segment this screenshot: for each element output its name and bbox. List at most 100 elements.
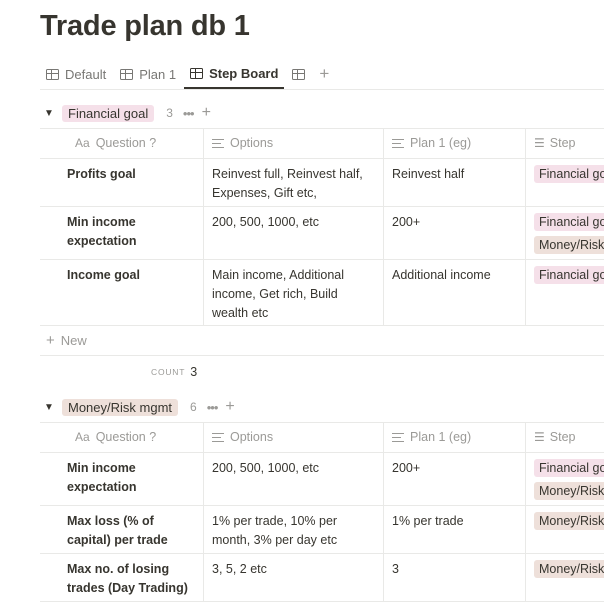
tabs-divider [40, 89, 604, 90]
cell-options[interactable]: 200, 500, 1000, etc [203, 207, 383, 259]
cell-question[interactable]: Max no. of losing trades (Day Trading) [40, 554, 203, 601]
column-label: Plan 1 (eg) [410, 430, 472, 444]
cell-step[interactable]: Financial goal [525, 260, 604, 325]
tab-more-views[interactable] [286, 59, 311, 89]
table-header-row: Aa Question ? Options Plan 1 (eg) ☰ Step [40, 422, 604, 453]
cell-step[interactable]: Financial goal Money/Risk mgmt [525, 453, 604, 505]
new-label: New [60, 333, 87, 348]
table-row[interactable]: Max no. of losing trades (Day Trading) 3… [40, 554, 604, 602]
cell-options[interactable]: Reinvest full, Reinvest half, Expenses, … [203, 159, 383, 206]
count-label: COUNT [151, 367, 186, 377]
cell-plan[interactable]: 200+ [383, 453, 525, 505]
tab-step-board[interactable]: Step Board [184, 59, 285, 89]
cell-plan[interactable]: Reinvest half [383, 159, 525, 206]
group-tag[interactable]: Money/Risk mgmt [62, 398, 179, 416]
cell-options[interactable]: Main income, Additional income, Get rich… [203, 260, 383, 325]
column-header-plan[interactable]: Plan 1 (eg) [383, 423, 525, 452]
column-header-options[interactable]: Options [203, 129, 383, 158]
toggle-triangle-icon[interactable]: ▼ [40, 108, 62, 119]
tab-label: Step Board [209, 65, 279, 81]
cell-question[interactable]: Min income expectation [40, 453, 203, 505]
text-lines-icon [212, 433, 224, 442]
cell-plan[interactable]: Additional income [383, 260, 525, 325]
step-tag: Financial goal [534, 213, 604, 231]
text-type-icon: Aa [75, 136, 90, 150]
cell-plan[interactable]: 3 [383, 554, 525, 601]
tab-label: Default [65, 66, 107, 82]
group-money-risk-mgmt: ▼ Money/Risk mgmt 6 ••• + Aa Question ? O… [40, 392, 604, 602]
cell-question[interactable]: Max loss (% of capital) per trade [40, 506, 203, 553]
question-text: Income goal [67, 268, 140, 282]
column-header-plan[interactable]: Plan 1 (eg) [383, 129, 525, 158]
step-tag: Financial goal [534, 459, 604, 477]
table-row[interactable]: Income goal Main income, Additional inco… [40, 260, 604, 326]
add-icon[interactable]: + [202, 104, 211, 122]
column-header-question[interactable]: Aa Question ? [40, 423, 203, 452]
step-tag: Money/Risk mgmt [534, 482, 604, 500]
table-row[interactable]: Max loss (% of capital) per trade 1% per… [40, 506, 604, 554]
cell-step[interactable]: Money/Risk mgmt [525, 506, 604, 553]
page-title: Trade plan db 1 [40, 10, 250, 42]
text-lines-icon [392, 139, 404, 148]
cell-options[interactable]: 1% per trade, 10% per month, 3% per day … [203, 506, 383, 553]
table-icon [46, 68, 59, 80]
column-header-question[interactable]: Aa Question ? [40, 129, 203, 158]
step-tag: Financial goal [534, 165, 604, 183]
tab-plan-1[interactable]: Plan 1 [114, 59, 182, 89]
cell-step[interactable]: Money/Risk mgmt [525, 554, 604, 601]
add-icon[interactable]: + [225, 398, 234, 416]
table-row[interactable]: Profits goal Reinvest full, Reinvest hal… [40, 159, 604, 207]
question-text: Profits goal [67, 167, 136, 181]
column-header-step[interactable]: ☰ Step [525, 129, 604, 158]
group-count: 3 [166, 106, 173, 120]
step-tag: Money/Risk mgmt [534, 512, 604, 530]
column-label: Plan 1 (eg) [410, 136, 472, 150]
table-header-row: Aa Question ? Options Plan 1 (eg) ☰ Step [40, 128, 604, 159]
text-type-icon: Aa [75, 430, 90, 444]
list-icon: ☰ [534, 136, 545, 150]
column-header-step[interactable]: ☰ Step [525, 423, 604, 452]
more-icon[interactable]: ••• [207, 400, 219, 415]
tab-default[interactable]: Default [40, 59, 112, 89]
table-row[interactable]: Min income expectation 200, 500, 1000, e… [40, 207, 604, 260]
count-footer[interactable]: COUNT 3 [40, 356, 604, 388]
table-icon [190, 67, 204, 79]
column-label: Question ? [95, 430, 157, 444]
column-header-options[interactable]: Options [203, 423, 383, 452]
tab-label: Plan 1 [139, 66, 177, 82]
group-header: ▼ Money/Risk mgmt 6 ••• + [40, 392, 604, 422]
column-label: Question ? [95, 136, 157, 150]
cell-question[interactable]: Min income expectation [40, 207, 203, 259]
view-tabs: Default Plan 1 Step Board + [40, 58, 337, 90]
table-icon [120, 68, 134, 80]
column-label: Step [549, 430, 576, 444]
cell-options[interactable]: 3, 5, 2 etc [203, 554, 383, 601]
new-row-button[interactable]: + New [40, 326, 604, 356]
cell-question[interactable]: Profits goal [40, 159, 203, 206]
group-tag[interactable]: Financial goal [62, 104, 155, 122]
question-text: Min income expectation [67, 215, 137, 248]
cell-step[interactable]: Financial goal [525, 159, 604, 206]
cell-step[interactable]: Financial goal Money/Risk mgmt [525, 207, 604, 259]
table-row[interactable]: Min income expectation 200, 500, 1000, e… [40, 453, 604, 506]
step-tag: Money/Risk mgmt [534, 236, 604, 254]
more-icon[interactable]: ••• [183, 106, 195, 121]
cell-plan[interactable]: 200+ [383, 207, 525, 259]
text-lines-icon [392, 433, 404, 442]
cell-question[interactable]: Income goal [40, 260, 203, 325]
column-label: Step [549, 136, 576, 150]
column-label: Options [230, 430, 274, 444]
question-text: Max loss (% of capital) per trade [67, 514, 168, 547]
toggle-triangle-icon[interactable]: ▼ [40, 402, 62, 413]
cell-plan[interactable]: 1% per trade [383, 506, 525, 553]
group-financial-goal: ▼ Financial goal 3 ••• + Aa Question ? Op… [40, 98, 604, 388]
group-count: 6 [190, 400, 197, 414]
question-text: Max no. of losing trades (Day Trading) [67, 562, 188, 595]
cell-options[interactable]: 200, 500, 1000, etc [203, 453, 383, 505]
add-view-button[interactable]: + [313, 59, 335, 89]
count-value: 3 [190, 365, 198, 379]
question-text: Min income expectation [67, 461, 137, 494]
table-icon [292, 68, 306, 80]
text-lines-icon [212, 139, 224, 148]
step-tag: Money/Risk mgmt [534, 560, 604, 578]
